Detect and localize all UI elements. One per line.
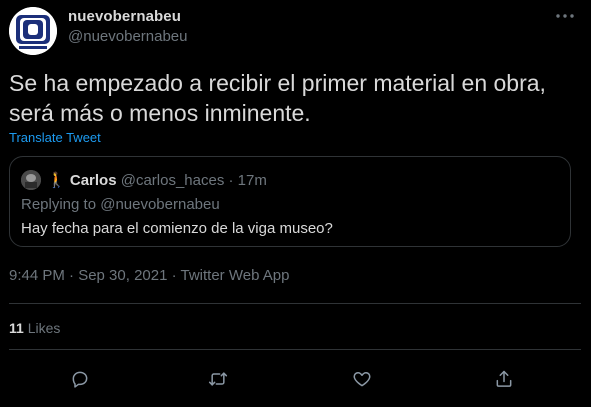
author-avatar[interactable] [9, 7, 57, 55]
quoted-meta-separator: · [228, 172, 234, 189]
walking-person-emoji: 🚶 [47, 172, 66, 189]
author-handle[interactable]: @nuevobernabeu [68, 28, 188, 45]
quoted-author-avatar [21, 170, 41, 190]
tweet-text-line-1: Se ha empezado a recibir el primer mater… [9, 70, 546, 96]
divider [9, 303, 581, 304]
quoted-tweet-header: 🚶 Carlos @carlos_haces · 17m [47, 171, 267, 189]
author-name[interactable]: nuevobernabeu [68, 8, 181, 25]
quoted-tweet-text: Hay fecha para el comienzo de la viga mu… [21, 220, 333, 237]
likes-count: 11 [9, 320, 24, 336]
quoted-tweet-time[interactable]: 17m [238, 172, 267, 189]
likes-label: Likes [27, 320, 61, 336]
reply-icon[interactable] [68, 367, 92, 391]
divider [9, 349, 581, 350]
heart-icon[interactable] [350, 367, 374, 391]
quoted-author-name[interactable]: Carlos [70, 172, 117, 189]
nuevobernabeu-logo [9, 7, 57, 55]
share-icon[interactable] [492, 367, 516, 391]
likes-count-link[interactable]: 11 Likes [9, 320, 60, 336]
translate-tweet-link[interactable]: Translate Tweet [9, 130, 101, 145]
retweet-icon[interactable] [206, 367, 230, 391]
tweet-text-line-2: será más o menos inminente. [9, 100, 311, 126]
quoted-author-handle: @carlos_haces [120, 172, 225, 189]
tweet-timestamp[interactable]: 9:44 PM · Sep 30, 2021 · Twitter Web App [9, 267, 289, 284]
tweet-text: Se ha empezado a recibir el primer mater… [9, 68, 579, 128]
quoted-replying-to: Replying to @nuevobernabeu [21, 196, 220, 213]
quoted-tweet-card[interactable]: 🚶 Carlos @carlos_haces · 17m Replying to… [9, 156, 571, 247]
more-icon[interactable] [553, 10, 577, 22]
